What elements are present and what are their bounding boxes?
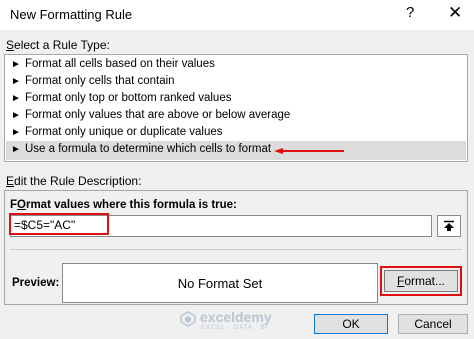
rule-type-item[interactable]: ► Format only cells that contain <box>11 75 175 87</box>
arrow-icon: ► <box>11 110 21 121</box>
rule-type-list[interactable]: ► Format all cells based on their values … <box>4 54 468 162</box>
rule-type-item[interactable]: ► Format only unique or duplicate values <box>11 126 223 138</box>
help-icon[interactable]: ? <box>406 4 414 21</box>
rule-type-item[interactable]: ► Format all cells based on their values <box>11 58 215 70</box>
preview-label: Preview: <box>12 277 60 289</box>
divider <box>10 249 462 250</box>
rule-description-label: Edit the Rule Description: <box>6 174 142 188</box>
rule-type-label: Select a Rule Type: <box>6 38 110 52</box>
annotation-arrow-icon <box>274 148 344 154</box>
rule-type-item-selected[interactable]: ► Use a formula to determine which cells … <box>11 143 271 155</box>
close-icon[interactable]: ✕ <box>448 3 462 23</box>
range-select-icon <box>444 220 454 231</box>
formula-label: FOrmat values where this formula is true… <box>10 199 237 211</box>
exceldemy-logo-icon <box>180 311 196 327</box>
ok-button[interactable]: OK <box>314 314 388 334</box>
collapse-dialog-button[interactable] <box>437 215 461 237</box>
arrow-icon: ► <box>11 127 21 138</box>
arrow-icon: ► <box>11 76 21 87</box>
arrow-icon: ► <box>11 59 21 70</box>
rule-type-item[interactable]: ► Format only top or bottom ranked values <box>11 92 231 104</box>
watermark-tagline: EXCEL · DATA · BI <box>201 325 269 331</box>
rule-type-item[interactable]: ► Format only values that are above or be… <box>11 109 290 121</box>
format-button[interactable]: Format... <box>384 270 458 292</box>
dialog-title: New Formatting Rule <box>10 7 133 22</box>
formula-highlight-box <box>9 213 109 235</box>
preview-text: No Format Set <box>177 276 263 291</box>
arrow-icon: ► <box>11 93 21 104</box>
watermark-name: exceldemy <box>200 309 272 325</box>
cancel-button[interactable]: Cancel <box>398 314 468 334</box>
arrow-icon: ► <box>11 144 21 155</box>
